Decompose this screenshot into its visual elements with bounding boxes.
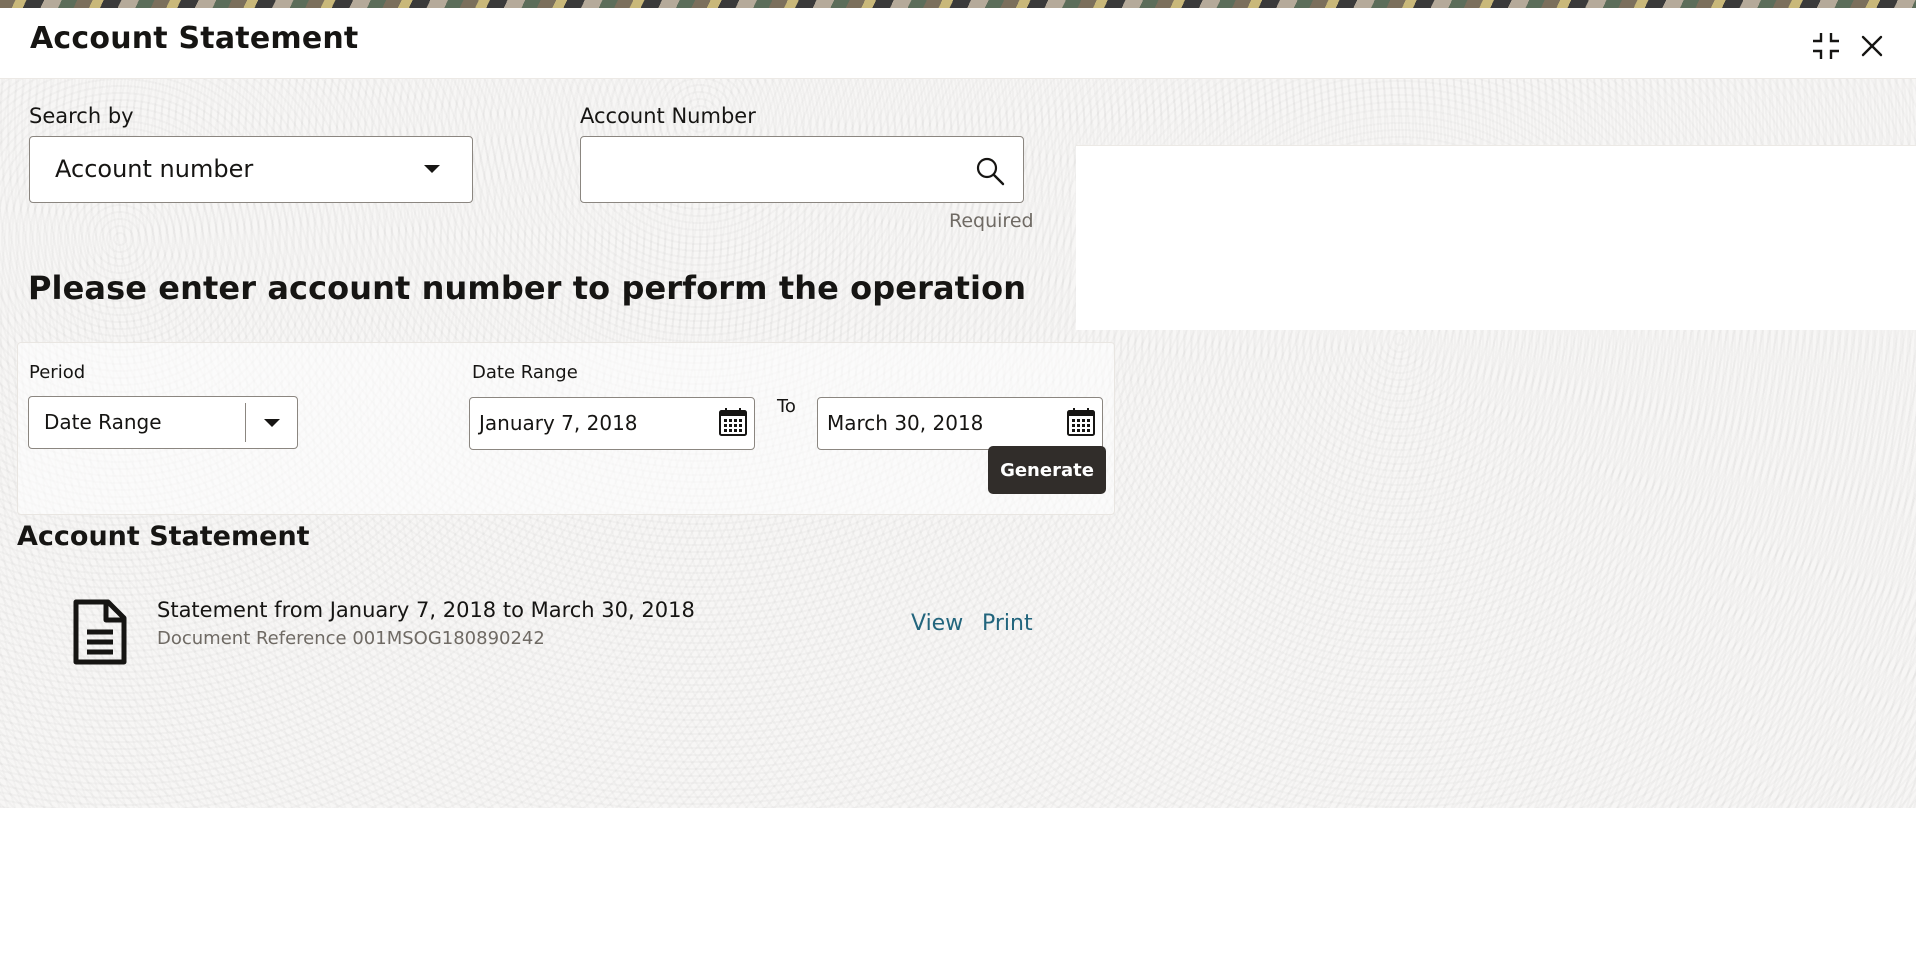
chevron-down-icon[interactable] [264,419,280,427]
to-label: To [777,396,796,417]
view-link[interactable]: View [911,611,963,636]
document-reference: Document Reference 001MSOG180890242 [157,628,545,649]
search-by-select[interactable]: Account number [29,136,473,203]
to-date-input[interactable]: March 30, 2018 [817,397,1103,450]
account-number-label: Account Number [580,104,756,128]
top-background-strip [0,0,1916,8]
period-label: Period [29,362,86,383]
chevron-down-icon [424,165,440,173]
statement-title: Statement from January 7, 2018 to March … [157,598,695,622]
calendar-icon[interactable] [1066,407,1096,437]
search-icon[interactable] [975,156,1005,186]
from-date-value: January 7, 2018 [479,411,638,435]
account-number-required-hint: Required [949,210,1034,232]
select-divider [245,403,246,442]
account-number-input[interactable] [580,136,1024,203]
search-by-value: Account number [55,155,254,183]
period-value: Date Range [44,410,162,434]
print-link[interactable]: Print [982,611,1033,636]
collapse-icon [1813,33,1839,59]
collapse-button[interactable] [1806,26,1846,66]
calendar-icon[interactable] [718,407,748,437]
close-button[interactable] [1852,26,1892,66]
blank-area [1076,145,1916,330]
main-content: Search by Account number Account Number … [0,79,1916,808]
instruction-heading: Please enter account number to perform t… [28,269,1027,307]
document-icon [73,599,127,665]
window-title: Account Statement [30,21,359,56]
statement-section-title: Account Statement [17,521,310,552]
generate-button[interactable]: Generate [988,446,1106,494]
close-icon [1861,35,1883,57]
to-date-value: March 30, 2018 [827,411,984,435]
from-date-input[interactable]: January 7, 2018 [469,397,755,450]
search-by-label: Search by [29,104,134,128]
account-statement-window: Account Statement Search by Account numb… [0,8,1916,967]
period-select[interactable]: Date Range [28,396,298,449]
date-range-label: Date Range [472,362,578,383]
title-bar: Account Statement [0,8,1916,79]
